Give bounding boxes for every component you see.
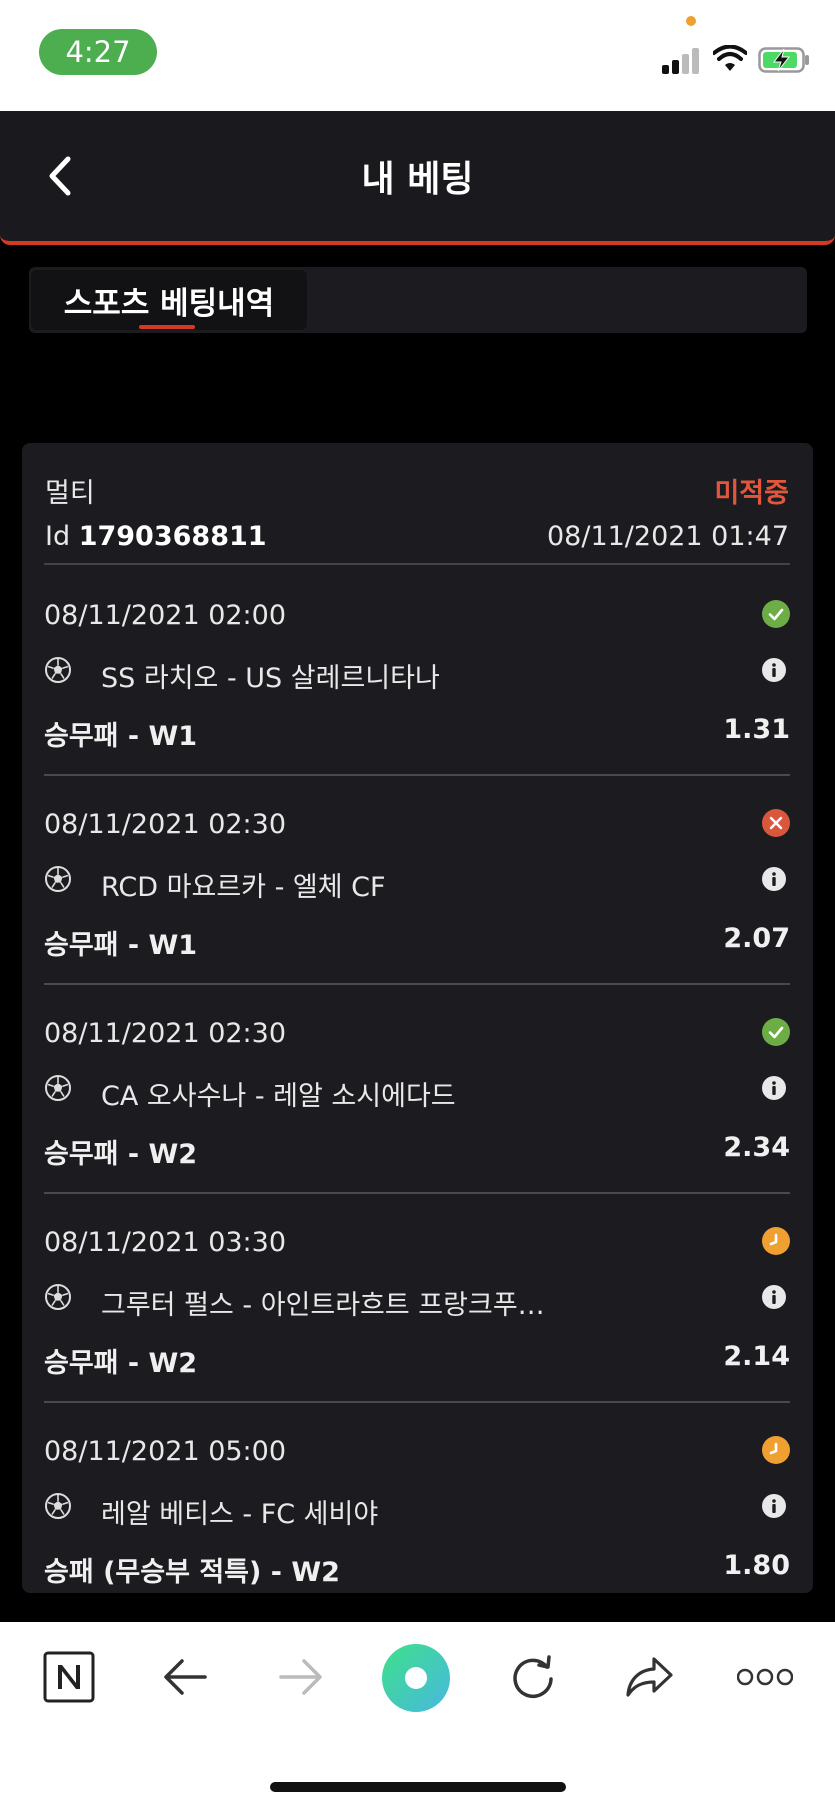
wifi-icon (713, 45, 747, 71)
reload-button[interactable] (503, 1647, 563, 1707)
status-bar: 4:27 (0, 0, 835, 111)
bet-selection-row: 08/11/2021 02:30 CA 오사수나 - 레알 소시에다드승무패 - … (44, 1006, 790, 1215)
selection-date: 08/11/2021 02:00 (44, 600, 287, 631)
back-button[interactable] (40, 151, 84, 201)
share-button[interactable] (619, 1647, 679, 1707)
row-divider (44, 774, 790, 776)
info-icon[interactable] (762, 1494, 786, 1518)
more-dots-icon (737, 1668, 793, 1686)
cellular-signal-icon (662, 48, 702, 74)
match-name: 레알 베티스 - FC 세비야 (101, 1499, 379, 1530)
battery-charging-icon (758, 47, 809, 73)
check-circle-icon (762, 1018, 790, 1046)
info-icon[interactable] (762, 1285, 786, 1309)
browser-toolbar (0, 1622, 835, 1808)
app-header: 내 베팅 (0, 111, 835, 245)
info-icon[interactable] (762, 867, 786, 891)
row-divider (44, 1192, 790, 1194)
tab-sports-bet-history[interactable]: 스포츠 베팅내역 (31, 270, 307, 330)
market-selection: 승무패 - W2 (44, 1348, 198, 1379)
selection-date: 08/11/2021 05:00 (44, 1436, 287, 1467)
match-name: RCD 마요르카 - 엘체 CF (101, 872, 386, 903)
status-time: 4:27 (39, 29, 157, 75)
tab-active-indicator (139, 325, 195, 329)
info-icon[interactable] (762, 1076, 786, 1100)
odds-value: 2.14 (723, 1341, 790, 1372)
green-dot-icon (382, 1644, 450, 1712)
bet-id: Id 1790368811 (45, 521, 267, 552)
bet-selection-row: 08/11/2021 03:30 그루터 펄스 - 아인트라흐트 프랑크푸… 승무패… (44, 1215, 790, 1424)
soccer-ball-icon (44, 1074, 72, 1102)
market-selection: 승패 (무승부 적특) - W2 (44, 1557, 340, 1588)
arrow-left-icon (164, 1659, 207, 1695)
chevron-left-icon (49, 156, 71, 196)
browser-forward-button[interactable] (271, 1647, 331, 1707)
match-name: 그루터 펄스 - 아인트라흐트 프랑크푸… (101, 1290, 545, 1321)
bet-card: 멀티 미적중 Id 1790368811 08/11/2021 01:47 08… (22, 443, 813, 1593)
tab-label: 스포츠 베팅내역 (63, 285, 275, 322)
bet-selection-row: 08/11/2021 05:00 레알 베티스 - FC 세비야승패 (무승부 적… (44, 1424, 790, 1593)
clock-icon (762, 1227, 790, 1255)
naver-n-icon (43, 1651, 95, 1703)
reload-icon (513, 1655, 553, 1699)
match-name: SS 라치오 - US 살레르니타나 (101, 663, 440, 694)
odds-value: 1.80 (723, 1550, 790, 1581)
info-icon[interactable] (762, 658, 786, 682)
selection-date: 08/11/2021 03:30 (44, 1227, 287, 1258)
match-name: CA 오사수나 - 레알 소시에다드 (101, 1081, 456, 1112)
odds-value: 2.07 (723, 923, 790, 954)
arrow-right-icon (279, 1659, 322, 1695)
row-divider (44, 983, 790, 985)
privacy-indicator-dot (686, 16, 696, 26)
market-selection: 승무패 - W1 (44, 721, 198, 752)
home-indicator (270, 1782, 566, 1792)
bet-status-badge: 미적중 (714, 478, 789, 509)
green-dot-button[interactable] (380, 1642, 452, 1714)
card-divider (44, 563, 790, 565)
row-divider (44, 1401, 790, 1403)
tab-bar: 스포츠 베팅내역 (29, 267, 807, 333)
naver-home-button[interactable] (39, 1647, 99, 1707)
soccer-ball-icon (44, 1283, 72, 1311)
clock-icon (762, 1436, 790, 1464)
more-button[interactable] (735, 1647, 795, 1707)
page-title: 내 베팅 (361, 159, 474, 200)
odds-value: 2.34 (723, 1132, 790, 1163)
bet-selection-row: 08/11/2021 02:00 SS 라치오 - US 살레르니타나승무패 - … (44, 588, 790, 797)
odds-value: 1.31 (723, 714, 790, 745)
selection-date: 08/11/2021 02:30 (44, 1018, 287, 1049)
market-selection: 승무패 - W1 (44, 930, 198, 961)
check-circle-icon (762, 600, 790, 628)
bet-type: 멀티 (45, 478, 95, 509)
bet-selection-row: 08/11/2021 02:30 RCD 마요르카 - 엘체 CF 승무패 - W1… (44, 797, 790, 1006)
bet-placed-date: 08/11/2021 01:47 (546, 521, 789, 552)
share-arrow-icon (626, 1657, 673, 1697)
x-circle-icon (762, 809, 790, 837)
soccer-ball-icon (44, 1492, 72, 1520)
market-selection: 승무패 - W2 (44, 1139, 198, 1170)
soccer-ball-icon (44, 656, 72, 684)
soccer-ball-icon (44, 865, 72, 893)
browser-back-button[interactable] (155, 1647, 215, 1707)
bet-id-label: Id (45, 521, 79, 552)
selection-date: 08/11/2021 02:30 (44, 809, 287, 840)
bet-id-value: 1790368811 (78, 521, 267, 552)
